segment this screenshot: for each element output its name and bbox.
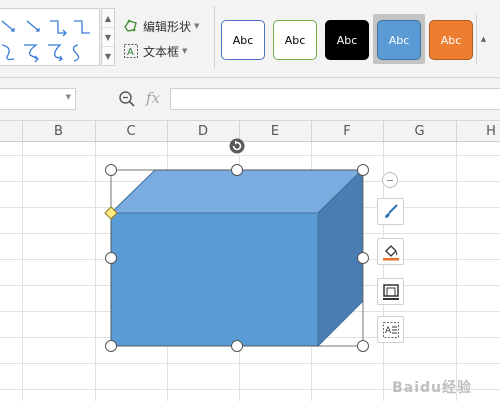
edit-shape-label: 编辑形状 xyxy=(143,19,192,34)
resize-handle-s[interactable] xyxy=(231,340,243,352)
text-wrap-icon: A xyxy=(383,322,399,338)
zoom-icon[interactable] xyxy=(118,90,136,108)
resize-handle-sw[interactable] xyxy=(105,340,117,352)
gallery-scroll[interactable]: ▲ ▼ ▼ xyxy=(101,8,115,66)
resize-handle-e[interactable] xyxy=(357,252,369,264)
shape-style-icon xyxy=(385,204,398,218)
chevron-down-icon[interactable]: ▼ xyxy=(66,93,71,101)
style-preset-1[interactable]: Abc xyxy=(221,20,265,60)
column-header-g[interactable]: G xyxy=(383,121,456,142)
gallery-up-icon[interactable]: ▲ xyxy=(102,9,114,28)
gallery-down-icon[interactable]: ▼ xyxy=(102,28,114,47)
column-header-f[interactable]: F xyxy=(311,121,383,142)
outline-button[interactable] xyxy=(377,278,404,305)
cube-shape[interactable] xyxy=(109,168,364,348)
style-preset-3[interactable]: Abc xyxy=(325,20,369,60)
resize-handle-w[interactable] xyxy=(105,252,117,264)
style-gallery-scroll[interactable]: ▲ xyxy=(476,14,490,64)
svg-text:A: A xyxy=(127,47,134,58)
chevron-down-icon: ▼ xyxy=(182,47,188,55)
connector-gallery[interactable] xyxy=(0,8,100,66)
style-preset-5[interactable]: Abc xyxy=(429,20,473,60)
resize-handle-se[interactable] xyxy=(357,340,369,352)
style-preset-2[interactable]: Abc xyxy=(273,20,317,60)
column-header-b[interactable]: B xyxy=(22,121,95,142)
chevron-down-icon: ▼ xyxy=(194,22,200,30)
column-header-row: B C D E F G H xyxy=(0,120,500,142)
edit-shape-icon xyxy=(124,19,137,32)
column-header-e[interactable]: E xyxy=(239,121,311,142)
connector-shapes-icon xyxy=(1,20,90,63)
textbox-label: 文本框 xyxy=(143,44,180,59)
fill-button[interactable] xyxy=(377,238,404,265)
resize-handle-ne[interactable] xyxy=(357,164,369,176)
watermark: Baidu经验 xyxy=(392,380,472,396)
outline-icon xyxy=(383,284,399,300)
name-box[interactable]: ▼ xyxy=(0,88,76,110)
formula-input[interactable] xyxy=(170,88,500,110)
column-header-h[interactable]: H xyxy=(456,121,500,142)
formula-bar: ▼ fx xyxy=(0,78,500,120)
shape-style-button[interactable] xyxy=(377,198,404,225)
style-preset-4[interactable]: Abc xyxy=(377,20,421,60)
collapse-icon[interactable] xyxy=(382,172,398,188)
gallery-more-icon[interactable]: ▼ xyxy=(102,47,114,66)
textbox-button[interactable]: A 文本框 ▼ xyxy=(123,41,187,61)
svg-text:A: A xyxy=(385,326,392,336)
textbox-icon: A xyxy=(124,44,138,58)
edit-shape-button[interactable]: 编辑形状 ▼ xyxy=(123,16,199,36)
resize-handle-nw[interactable] xyxy=(105,164,117,176)
fx-label[interactable]: fx xyxy=(146,89,160,107)
column-header-d[interactable]: D xyxy=(167,121,239,142)
spreadsheet-app: ▲ ▼ ▼ 编辑形状 ▼ A 文本框 ▼ Abc Abc Abc Abc Abc xyxy=(0,0,500,401)
text-wrap-button[interactable]: A xyxy=(377,316,404,343)
column-header-c[interactable]: C xyxy=(95,121,167,142)
cube-front-face xyxy=(110,212,319,347)
resize-handle-n[interactable] xyxy=(231,164,243,176)
fill-icon xyxy=(383,245,399,261)
ribbon: ▲ ▼ ▼ 编辑形状 ▼ A 文本框 ▼ Abc Abc Abc Abc Abc xyxy=(0,0,500,78)
rotate-handle-icon[interactable] xyxy=(229,138,245,154)
ribbon-divider xyxy=(214,6,215,68)
